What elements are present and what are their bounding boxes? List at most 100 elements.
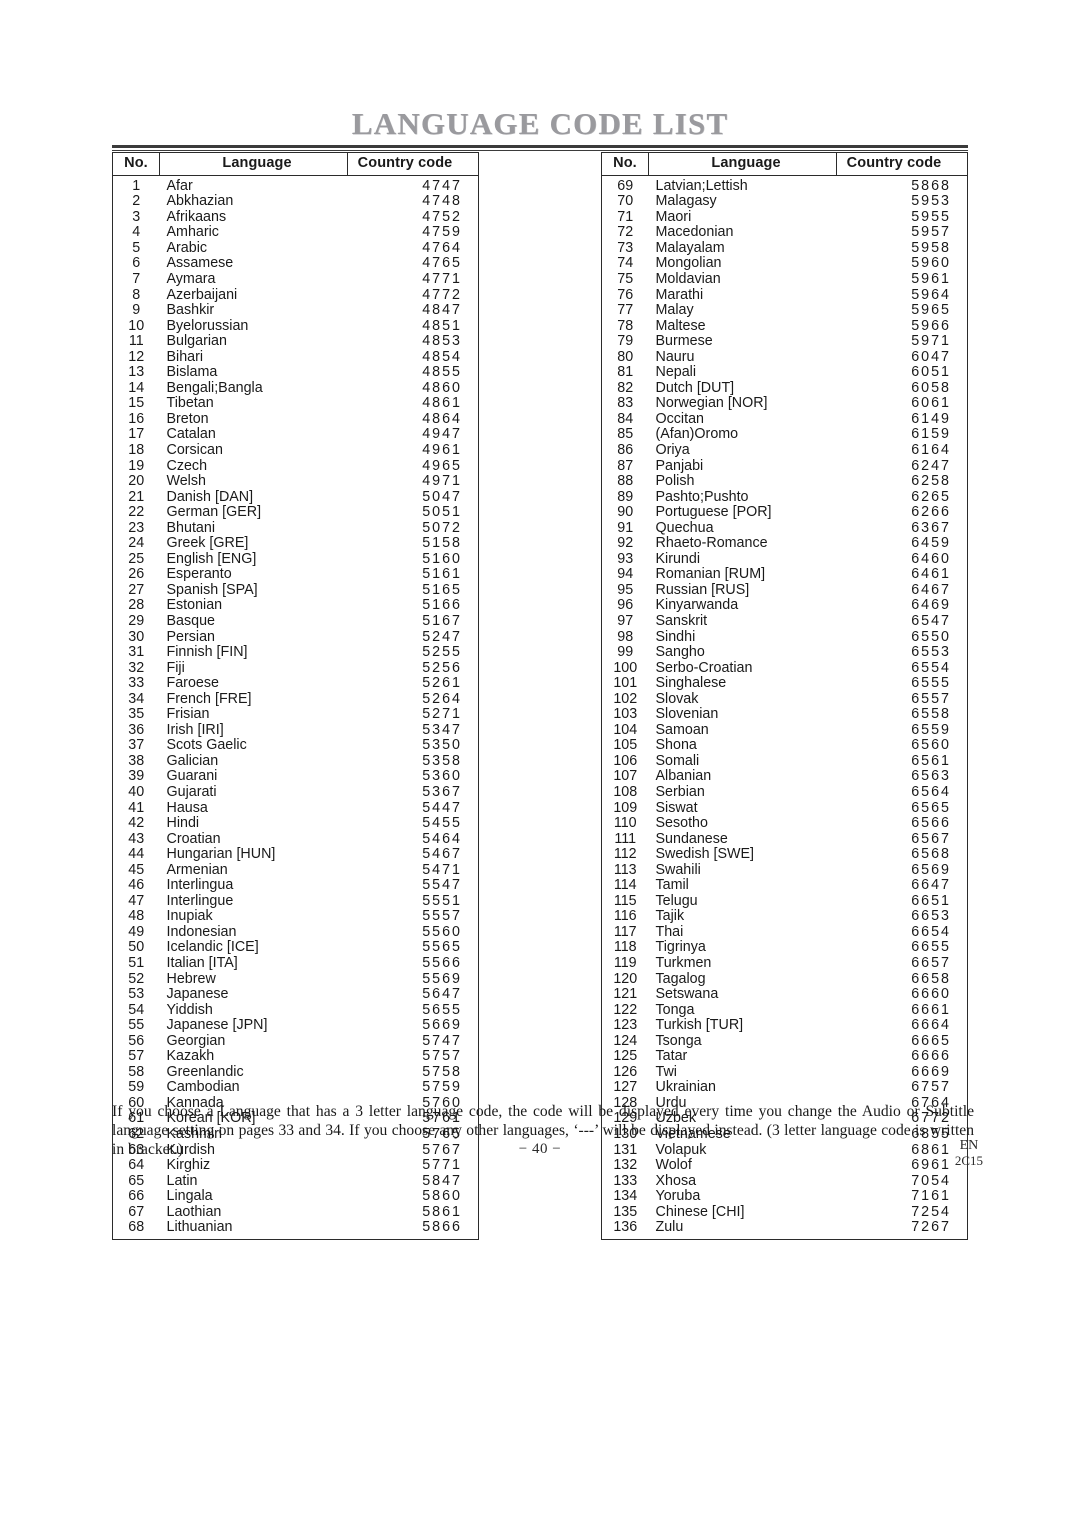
table-row: 32 Fiji 5256 [113,659,479,677]
cell-language: Abkhazian [166,193,234,210]
cell-country-code: 5560 [422,923,462,940]
cell-language: Breton [166,410,209,427]
cell-no: 85 [617,426,634,443]
cell-language: Norwegian [NOR] [655,395,768,412]
cell-language: Panjabi [655,457,704,474]
cell-no: 108 [613,784,638,800]
cell-no: 94 [617,566,634,583]
table-row: 36 Irish [IRI] 5347 [113,722,479,739]
cell-country-code: 5966 [911,317,951,334]
cell-no: 44 [128,846,145,863]
cell-language: Kirghiz [166,1157,211,1174]
cell-country-code: 6061 [911,395,951,412]
table-row: 49 Indonesian 5560 [113,923,479,941]
cell-no: 97 [617,612,634,629]
cell-language: Gujarati [166,784,217,800]
cell-language: Icelandic [ICE] [166,939,259,956]
cell-country-code: 6568 [911,846,951,863]
cell-no: 10 [128,317,145,334]
cell-language: Swedish [SWE] [655,846,755,863]
cell-no: 123 [613,1017,638,1034]
cell-language: Persian [166,628,215,645]
cell-language: Japanese [JPN] [166,1017,268,1034]
table-row: 43 Croatian 5464 [113,830,479,848]
cell-no: 92 [617,535,634,552]
cell-language: Latvian;Lettish [655,177,748,194]
cell-no: 12 [128,348,145,365]
cell-no: 119 [613,955,637,972]
table-row: 72 Macedonian 5957 [602,225,968,241]
cell-country-code: 6469 [911,597,951,614]
cell-no: 17 [128,426,145,443]
table-row: 31 Finnish [FIN] 5255 [113,645,479,661]
cell-country-code: 6657 [911,955,951,972]
cell-no: 4 [132,224,141,241]
table-row: 82 Dutch [DUT] 6058 [602,379,968,397]
table-row: 104 Samoan 6559 [602,722,968,739]
table-row: 87 Panjabi 6247 [602,457,968,475]
cell-country-code: 5759 [422,1079,462,1096]
cell-language: Turkmen [655,955,712,972]
cell-country-code: 5569 [422,970,462,987]
table-row: 4 Amharic 4759 [113,225,479,241]
cell-country-code: 6658 [911,970,951,987]
column-header-no: No. [112,152,160,176]
cell-country-code: 7267 [911,1219,951,1236]
table-row: 108 Serbian 6564 [602,784,968,801]
cell-country-code: 5051 [422,504,462,521]
cell-no: 107 [613,768,638,785]
table-row: 125 Tatar 6666 [602,1049,968,1065]
column-header-language: Language [648,152,837,176]
cell-no: 28 [128,597,145,614]
table-row: 114 Tamil 6647 [602,878,968,894]
cell-language: Dutch [DUT] [655,379,735,396]
cell-language: Sundanese [655,830,728,847]
cell-country-code: 5350 [422,737,462,754]
table-row: 126 Twi 6669 [602,1064,968,1081]
cell-country-code: 6467 [911,581,951,598]
table-row: 96 Kinyarwanda 6469 [602,598,968,614]
cell-country-code: 6553 [911,644,951,661]
cell-no: 8 [132,286,141,303]
table-row: 9 Bashkir 4847 [113,302,479,319]
cell-country-code: 5551 [422,892,462,909]
cell-no: 115 [613,892,637,909]
cell-language: Marathi [655,286,704,303]
table-row: 6 Assamese 4765 [113,256,479,272]
cell-no: 2 [132,193,141,210]
cell-country-code: 5471 [422,861,462,878]
cell-country-code: 4861 [422,395,462,412]
footer-model-code: 2C15 [954,1153,983,1168]
cell-language: Cambodian [166,1079,240,1096]
cell-country-code: 5271 [422,706,462,723]
cell-country-code: 5264 [422,690,462,707]
cell-language: Galician [166,752,219,769]
table-row: 20 Welsh 4971 [113,474,479,490]
table-row: 50 Icelandic [ICE] 5565 [113,940,479,956]
cell-language: Tajik [655,908,685,925]
cell-language: Sesotho [655,815,708,832]
cell-language: English [ENG] [166,550,257,567]
cell-country-code: 5161 [422,566,462,583]
header-row: No. Language Country code [601,152,968,176]
cell-no: 86 [617,441,634,458]
cell-language: Arabic [166,239,208,256]
table-row: 93 Kirundi 6460 [602,551,968,568]
table-row: 65 Latin 5847 [113,1173,479,1190]
cell-no: 43 [128,830,145,847]
cell-country-code: 5655 [422,1001,462,1018]
cell-no: 135 [613,1203,638,1220]
cell-no: 103 [613,706,638,723]
table-row: 80 Nauru 6047 [602,349,968,366]
cell-language: Greek [GRE] [166,535,249,552]
cell-no: 50 [128,939,145,956]
table-row: 103 Slovenian 6558 [602,707,968,723]
cell-country-code: 5860 [422,1188,462,1205]
cell-language: Moldavian [655,270,721,287]
cell-country-code: 5758 [422,1063,462,1080]
cell-no: 15 [128,395,145,412]
cell-no: 46 [128,877,145,894]
cell-country-code: 6569 [911,861,951,878]
cell-no: 100 [613,659,638,676]
cell-no: 32 [128,659,145,676]
